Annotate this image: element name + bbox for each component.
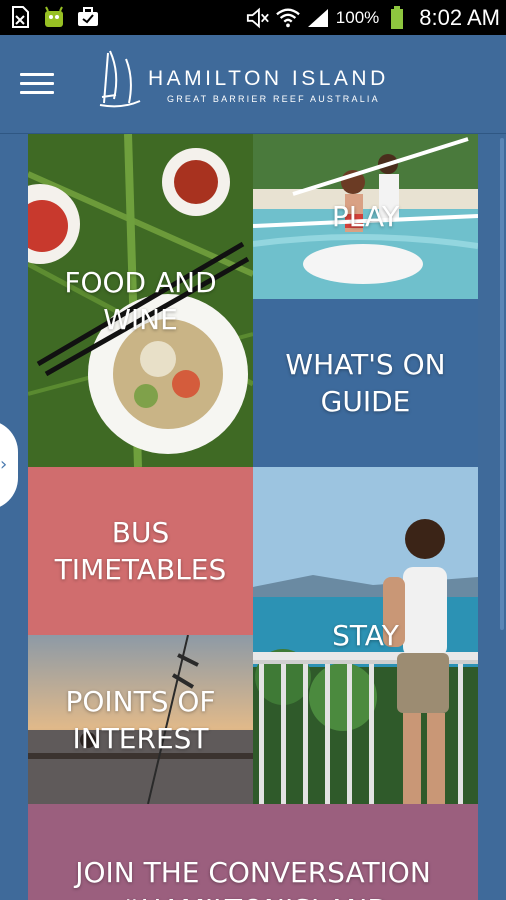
status-bar: 100% 8:02 AM [0, 0, 506, 35]
tile-points-of-interest[interactable]: POINTS OF INTEREST [28, 635, 253, 804]
tile-join-the-conversation[interactable]: JOIN THE CONVERSATION #HAMILTONISLAND [28, 804, 478, 900]
tile-bus-timetables[interactable]: BUS TIMETABLES [28, 467, 253, 635]
side-drawer-handle[interactable]: › [0, 420, 18, 510]
logo-subtitle: GREAT BARRIER REEF AUSTRALIA [167, 94, 380, 104]
tile-food-and-wine[interactable]: FOOD AND WINE [28, 134, 253, 467]
hamilton-island-logo[interactable]: HAMILTON ISLAND GREAT BARRIER REEF AUSTR… [96, 49, 406, 121]
chevron-right-icon: › [0, 454, 8, 475]
sailboat-logo-icon [99, 50, 141, 108]
hamburger-icon-line [20, 91, 54, 94]
battery-icon [385, 5, 409, 30]
tile-whats-on-guide-label: WHAT'S ON GUIDE [285, 348, 446, 418]
tile-join-the-conversation-label: JOIN THE CONVERSATION #HAMILTONISLAND [75, 856, 431, 900]
scrollbar[interactable] [500, 138, 504, 630]
tile-stay[interactable]: STAY [253, 467, 478, 804]
tile-whats-on-guide[interactable]: WHAT'S ON GUIDE [253, 299, 478, 467]
notification-icons [8, 5, 100, 29]
tile-play[interactable]: PLAY [253, 134, 478, 299]
briefcase-icon [76, 5, 100, 29]
sim-card-icon [8, 5, 32, 29]
tile-food-and-wine-label: FOOD AND WINE [64, 265, 217, 336]
wifi-icon [275, 6, 300, 30]
menu-button[interactable] [20, 73, 56, 95]
logo-title: HAMILTON ISLAND [148, 67, 389, 90]
tile-bus-timetables-label: BUS TIMETABLES [54, 516, 227, 586]
tile-play-label: PLAY [331, 200, 400, 233]
status-indicators: 100% 8:02 AM [246, 0, 500, 35]
signal-icon [306, 6, 330, 30]
category-grid: FOOD AND WINE PLAY WHAT'S ON GUIDE BUS T… [28, 134, 478, 900]
mute-icon [246, 6, 270, 30]
android-icon [42, 5, 66, 29]
tile-points-of-interest-label: POINTS OF INTEREST [65, 684, 216, 755]
tile-stay-label: STAY [332, 619, 399, 652]
battery-percentage: 100% [335, 7, 380, 27]
hamburger-icon [20, 73, 54, 76]
hamburger-icon-line [20, 82, 54, 85]
app-header: HAMILTON ISLAND GREAT BARRIER REEF AUSTR… [0, 35, 506, 134]
clock: 8:02 AM [419, 4, 500, 30]
